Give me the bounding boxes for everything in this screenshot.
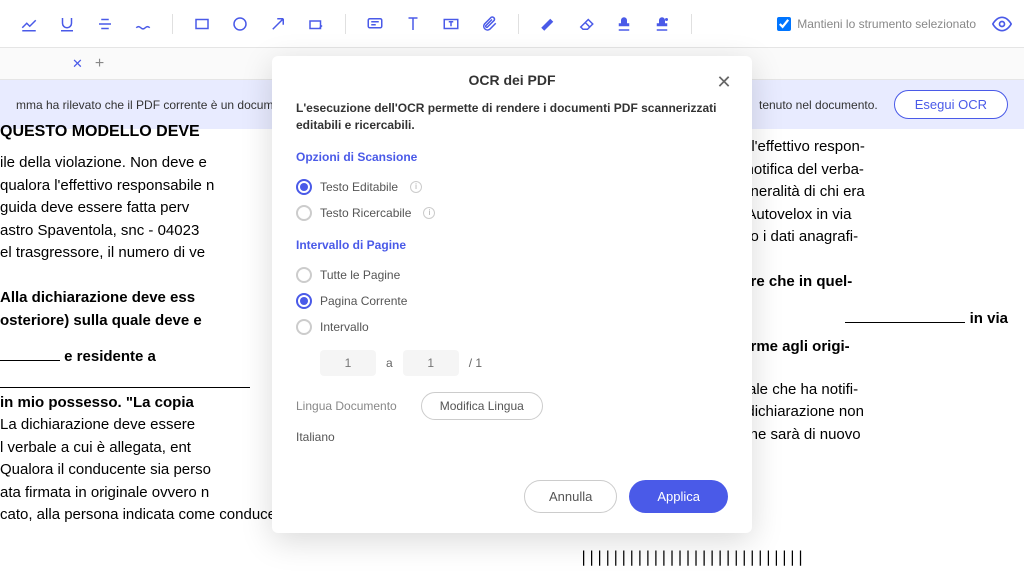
eraser-icon[interactable]: [569, 7, 603, 41]
keep-tool-checkbox[interactable]: Mantieni lo strumento selezionato: [777, 17, 976, 31]
pencil-icon[interactable]: [531, 7, 565, 41]
interval-inputs: a / 1: [320, 350, 728, 376]
radio-interval[interactable]: Intervallo: [296, 314, 728, 340]
language-label: Lingua Documento: [296, 399, 397, 413]
divider: [172, 14, 173, 34]
keep-tool-input[interactable]: [777, 17, 791, 31]
strikethrough-icon[interactable]: [88, 7, 122, 41]
underline-icon[interactable]: [50, 7, 84, 41]
radio-icon: [296, 179, 312, 195]
modal-header: OCR dei PDF ✕: [272, 56, 752, 100]
comment-icon[interactable]: [358, 7, 392, 41]
interval-from-input[interactable]: [320, 350, 376, 376]
barcode: ||||||||||||||||||||||||||||: [579, 546, 804, 569]
circle-icon[interactable]: [223, 7, 257, 41]
arrow-icon[interactable]: [261, 7, 295, 41]
radio-icon: [296, 205, 312, 221]
radio-icon: [296, 319, 312, 335]
signature-icon[interactable]: [645, 7, 679, 41]
visibility-icon[interactable]: [992, 14, 1012, 34]
info-icon[interactable]: i: [410, 181, 422, 193]
interval-to-input[interactable]: [403, 350, 459, 376]
radio-editable[interactable]: Testo Editabile i: [296, 174, 728, 200]
modal-title: OCR dei PDF: [468, 72, 555, 88]
banner-text-right: tenuto nel documento.: [759, 98, 878, 112]
doc-heading: QUESTO MODELLO DEVE: [0, 120, 250, 144]
keep-tool-label: Mantieni lo strumento selezionato: [797, 17, 976, 31]
language-value: Italiano: [296, 430, 728, 444]
divider: [518, 14, 519, 34]
apply-button[interactable]: Applica: [629, 480, 728, 513]
radio-searchable[interactable]: Testo Ricercabile i: [296, 200, 728, 226]
tab-close-icon[interactable]: ✕: [68, 52, 87, 76]
toolbar: Mantieni lo strumento selezionato: [0, 0, 1024, 48]
cancel-button[interactable]: Annulla: [524, 480, 617, 513]
ocr-modal: OCR dei PDF ✕ L'esecuzione dell'OCR perm…: [272, 56, 752, 533]
radio-icon: [296, 267, 312, 283]
divider: [345, 14, 346, 34]
radio-icon: [296, 293, 312, 309]
interval-total: / 1: [469, 356, 482, 370]
modal-description: L'esecuzione dell'OCR permette di render…: [296, 100, 728, 134]
stamp-icon[interactable]: [607, 7, 641, 41]
change-language-button[interactable]: Modifica Lingua: [421, 392, 543, 420]
squiggly-icon[interactable]: [126, 7, 160, 41]
divider: [691, 14, 692, 34]
close-icon[interactable]: ✕: [712, 70, 736, 94]
language-row: Lingua Documento Modifica Lingua: [296, 392, 728, 420]
info-icon[interactable]: i: [423, 207, 435, 219]
textbox-icon[interactable]: [434, 7, 468, 41]
scan-options-label: Opzioni di Scansione: [296, 150, 728, 164]
highlight-icon[interactable]: [12, 7, 46, 41]
radio-current-page[interactable]: Pagina Corrente: [296, 288, 728, 314]
banner-text-left: mma ha rilevato che il PDF corrente è un…: [16, 98, 273, 112]
rectangle-icon[interactable]: [185, 7, 219, 41]
attachment-icon[interactable]: [472, 7, 506, 41]
modal-footer: Annulla Applica: [272, 464, 752, 533]
shapes-icon[interactable]: [299, 7, 333, 41]
page-range-label: Intervallo di Pagine: [296, 238, 728, 252]
radio-all-pages[interactable]: Tutte le Pagine: [296, 262, 728, 288]
run-ocr-button[interactable]: Esegui OCR: [894, 90, 1008, 119]
text-icon[interactable]: [396, 7, 430, 41]
tab-add-icon[interactable]: +: [87, 51, 112, 77]
